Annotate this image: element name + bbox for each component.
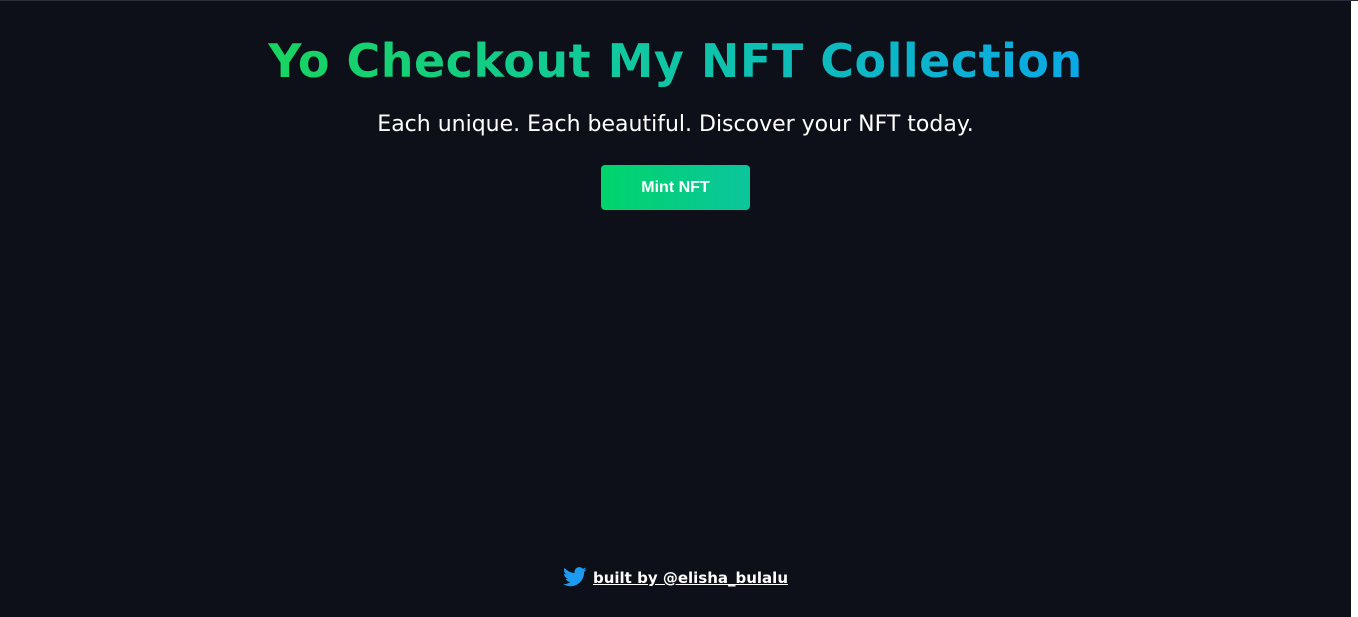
page: Yo Checkout My NFT Collection Each uniqu…: [0, 0, 1358, 617]
mint-nft-button[interactable]: Mint NFT: [601, 165, 750, 210]
author-link[interactable]: built by @elisha_bulalu: [593, 569, 788, 587]
footer: built by @elisha_bulalu: [0, 567, 1351, 589]
page-title: Yo Checkout My NFT Collection: [268, 1, 1082, 89]
page-subtitle: Each unique. Each beautiful. Discover yo…: [377, 112, 974, 137]
scrollbar-edge: [1351, 1, 1358, 617]
header: Yo Checkout My NFT Collection Each uniqu…: [0, 1, 1351, 210]
twitter-icon: [562, 567, 587, 589]
